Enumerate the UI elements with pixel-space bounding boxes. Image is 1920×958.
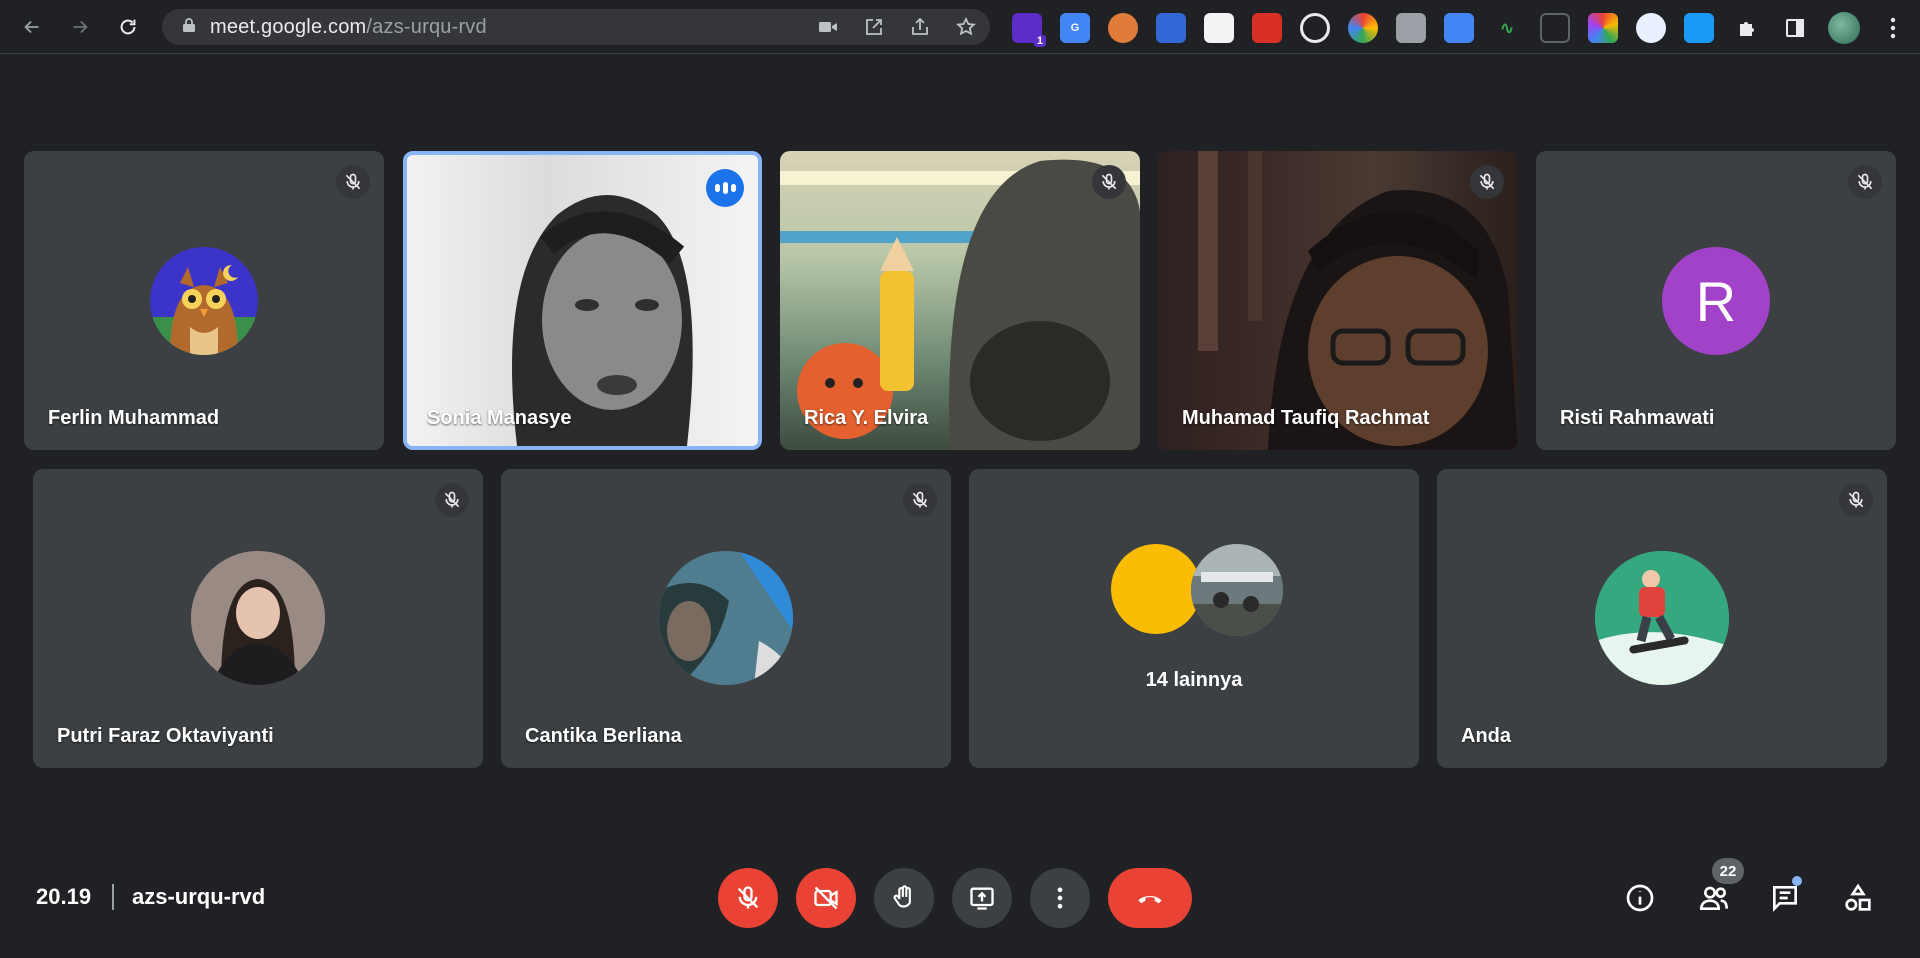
leave-call-button[interactable] xyxy=(1108,868,1192,928)
calendar-extension-icon[interactable] xyxy=(1252,13,1282,43)
owl-avatar xyxy=(150,247,258,355)
divider xyxy=(112,884,114,910)
meeting-details-icon[interactable] xyxy=(1616,874,1664,922)
clock: 20.19 xyxy=(36,884,92,909)
back-icon[interactable] xyxy=(12,7,52,47)
self-tile[interactable]: Anda xyxy=(1437,469,1887,768)
participant-name: Muhamad Taufiq Rachmat xyxy=(1182,407,1430,429)
mic-off-icon xyxy=(903,483,937,517)
puzzle-icon[interactable] xyxy=(1732,13,1762,43)
video-feed xyxy=(780,151,1140,450)
star-icon[interactable] xyxy=(954,15,978,39)
present-screen-button[interactable] xyxy=(952,868,1012,928)
docs-extension-icon[interactable] xyxy=(1444,13,1474,43)
share-icon[interactable] xyxy=(908,15,932,39)
participant-count-badge: 22 xyxy=(1712,858,1744,884)
video-feed xyxy=(407,155,758,446)
participant-name: Anda xyxy=(1461,725,1511,747)
mic-off-icon xyxy=(336,165,370,199)
participant-tile[interactable]: Muhamad Taufiq Rachmat xyxy=(1158,151,1518,450)
open-external-icon[interactable] xyxy=(862,15,886,39)
raise-hand-button[interactable] xyxy=(874,868,934,928)
mic-off-icon xyxy=(1092,165,1126,199)
image-extension-icon[interactable] xyxy=(1396,13,1426,43)
extension-icon-purple[interactable]: 1 xyxy=(1012,13,1046,47)
camera-icon[interactable] xyxy=(816,15,840,39)
circle-extension-icon[interactable] xyxy=(1636,13,1666,43)
speaking-indicator-icon xyxy=(706,169,744,207)
initial-avatar: R xyxy=(1662,247,1770,355)
color-extension-icon[interactable] xyxy=(1348,13,1378,43)
participant-name: Putri Faraz Oktaviyanti xyxy=(57,725,274,747)
participant-tile[interactable]: Putri Faraz Oktaviyanti xyxy=(33,469,483,768)
meeting-code: azs-urqu-rvd xyxy=(132,884,266,909)
translate-extension-icon[interactable]: G xyxy=(1060,13,1090,43)
participant-name: Sonia Manasye xyxy=(427,407,572,429)
extension-icon-blue[interactable] xyxy=(1156,13,1186,43)
menu-dots-icon[interactable] xyxy=(1878,13,1908,43)
others-count-label: 14 lainnya xyxy=(1145,669,1243,691)
participant-tile[interactable]: Rica Y. Elvira xyxy=(780,151,1140,450)
chat-notification-dot xyxy=(1792,876,1802,886)
others-avatar-yellow xyxy=(1111,544,1201,634)
participant-tile[interactable]: Ferlin Muhammad xyxy=(24,151,384,450)
url-text: meet.google.com/azs-urqu-rvd xyxy=(210,15,487,38)
notes-extension-icon[interactable] xyxy=(1204,13,1234,43)
participant-name: Risti Rahmawati xyxy=(1560,407,1715,429)
forward-icon[interactable] xyxy=(60,7,100,47)
target-extension-icon[interactable] xyxy=(1300,13,1330,43)
participant-tile[interactable]: Cantika Berliana xyxy=(501,469,951,768)
others-avatar-photo xyxy=(1191,544,1283,636)
participant-name: Cantika Berliana xyxy=(525,725,682,747)
activities-icon[interactable] xyxy=(1834,874,1882,922)
mic-toggle-button[interactable] xyxy=(718,868,778,928)
call-controls-bar: 20.19 azs-urqu-rvd 22 xyxy=(0,850,1920,946)
reload-icon[interactable] xyxy=(108,7,148,47)
face-extension-icon[interactable] xyxy=(1108,13,1138,43)
more-options-button[interactable] xyxy=(1030,868,1090,928)
participant-name: Ferlin Muhammad xyxy=(48,407,220,429)
browser-toolbar: meet.google.com/azs-urqu-rvd 1 G ∿ xyxy=(0,0,1920,54)
profile-avatar[interactable] xyxy=(1828,12,1860,44)
grid-extension-icon[interactable] xyxy=(1540,13,1570,43)
profile-photo-avatar xyxy=(659,551,793,685)
snowboarder-avatar xyxy=(1595,551,1729,685)
palette-extension-icon[interactable] xyxy=(1588,13,1618,43)
camera-toggle-button[interactable] xyxy=(796,868,856,928)
participant-tile-active-speaker[interactable]: Sonia Manasye xyxy=(403,151,762,450)
profile-photo-avatar xyxy=(191,551,325,685)
mic-off-icon xyxy=(1839,483,1873,517)
video-feed xyxy=(1158,151,1518,450)
others-tile[interactable]: 14 lainnya xyxy=(969,469,1419,768)
address-bar[interactable]: meet.google.com/azs-urqu-rvd xyxy=(162,9,990,45)
mic-off-icon xyxy=(1848,165,1882,199)
chart-extension-icon[interactable]: ∿ xyxy=(1492,13,1522,43)
participant-name: Rica Y. Elvira xyxy=(804,407,929,429)
extensions-bar: 1 G ∿ xyxy=(1012,12,1908,47)
participant-tile[interactable]: R Risti Rahmawati xyxy=(1536,151,1896,450)
mic-off-icon xyxy=(435,483,469,517)
lock-icon xyxy=(182,17,196,38)
pen-extension-icon[interactable] xyxy=(1684,13,1714,43)
mic-off-icon xyxy=(1470,165,1504,199)
side-panel-icon[interactable] xyxy=(1780,13,1810,43)
